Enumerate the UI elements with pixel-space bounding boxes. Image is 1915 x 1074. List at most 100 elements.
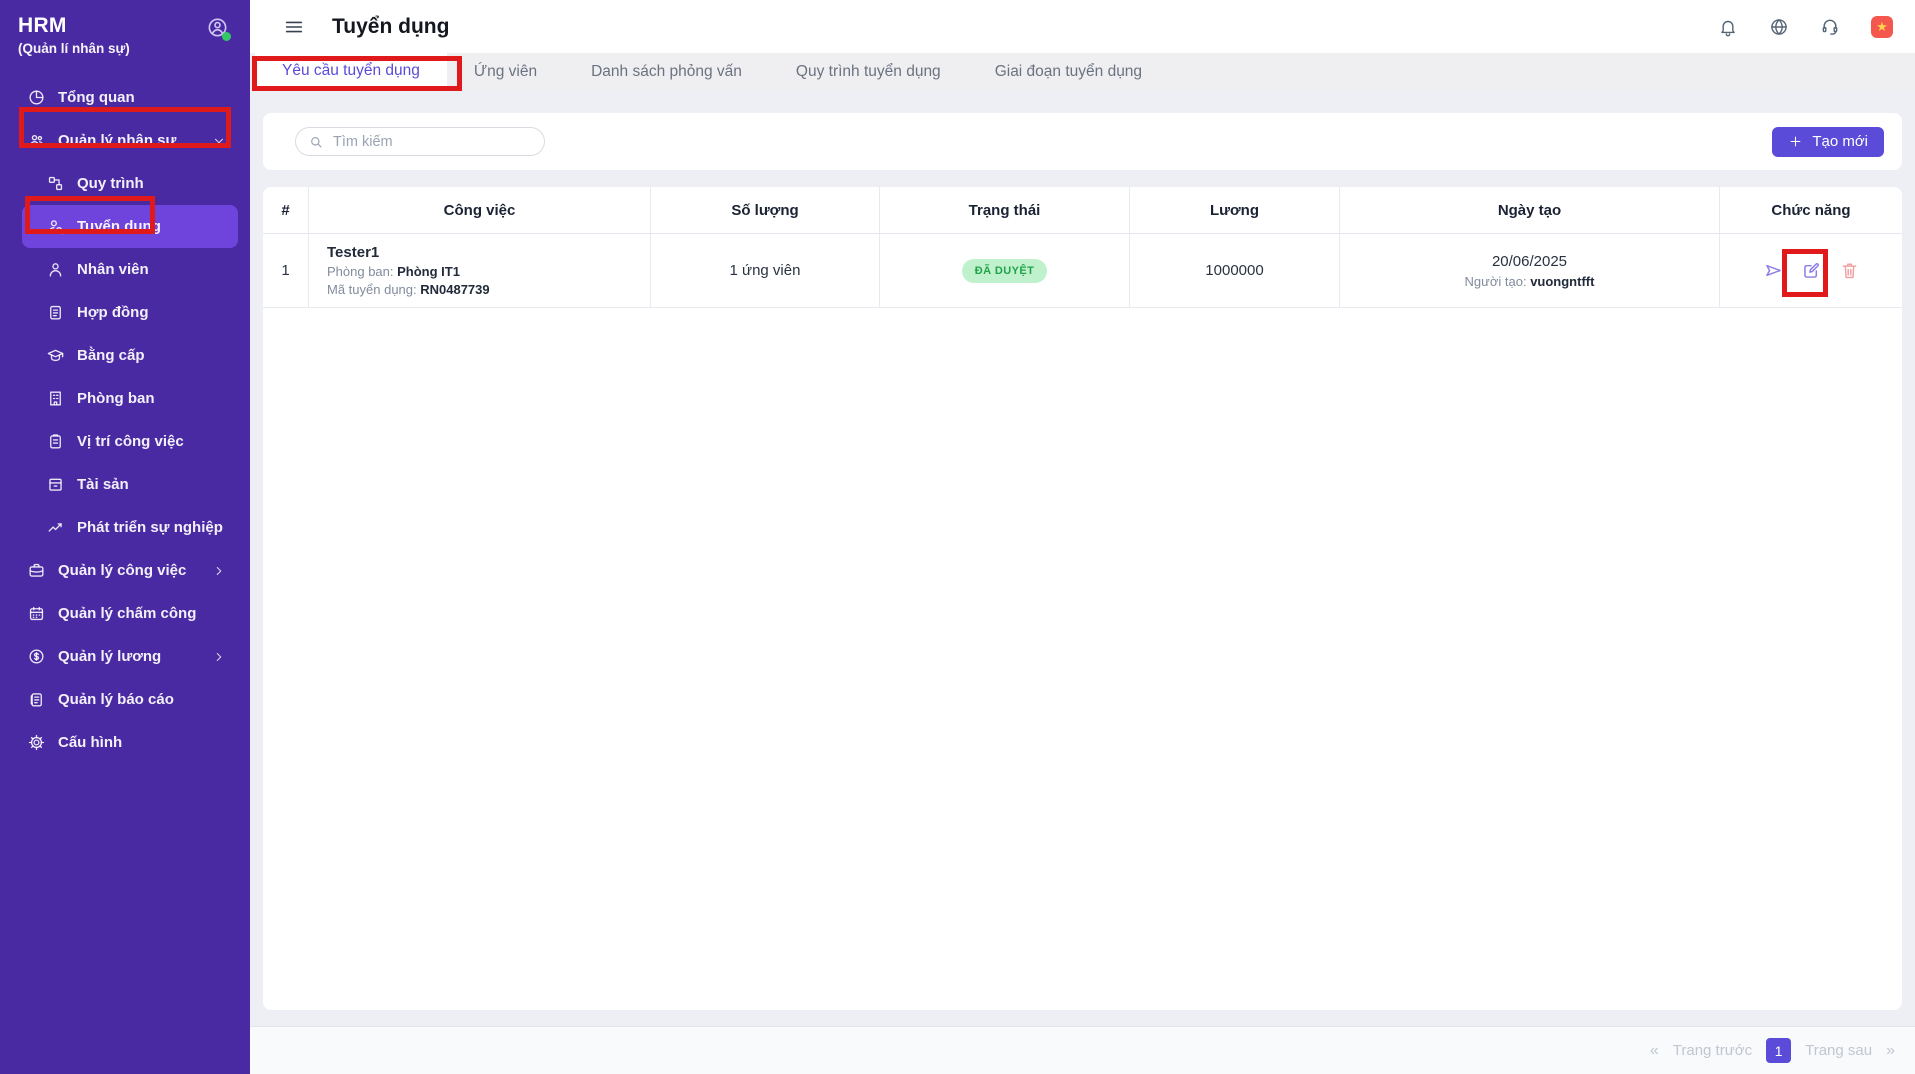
sidebar-item-phat-trien-su-nghiep[interactable]: Phát triển sự nghiệp <box>0 506 250 549</box>
briefcase-icon <box>27 561 46 580</box>
sidebar-item-label: Quản lý công việc <box>58 562 186 579</box>
user-avatar-icon[interactable] <box>206 16 229 39</box>
job-title[interactable]: Tester1 <box>327 244 379 261</box>
tab-giai-doan-tuyen-dung[interactable]: Giai đoạn tuyển dụng <box>968 53 1169 91</box>
sidebar-item-quan-ly-cong-viec[interactable]: Quản lý công việc <box>0 549 250 592</box>
sidebar-item-label: Tổng quan <box>58 89 135 106</box>
toolbar-card: Tạo mới <box>263 113 1902 170</box>
archive-icon <box>46 475 65 494</box>
sidebar-item-bang-cap[interactable]: Bằng cấp <box>0 334 250 377</box>
team-icon <box>27 131 46 150</box>
job-cell: Tester1 Phòng ban: Phòng IT1 Mã tuyển dụng… <box>309 234 651 307</box>
sidebar-item-label: Phát triển sự nghiệp <box>77 519 223 536</box>
tab-danh-sach-phong-van[interactable]: Danh sách phỏng vấn <box>564 53 769 91</box>
person-search-icon <box>46 217 65 236</box>
sidebar: HRM (Quản lí nhân sự) Tổng quan Quản lý n… <box>0 0 250 1074</box>
sidebar-item-label: Quản lý lương <box>58 648 161 665</box>
actions-cell <box>1720 234 1902 307</box>
tab-ung-vien[interactable]: Ứng viên <box>447 53 564 91</box>
clipboard-icon <box>46 432 65 451</box>
table-card: #Công việcSố lượngTrạng tháiLươngNgày tạ… <box>263 187 1902 1010</box>
pie-chart-icon <box>27 88 46 107</box>
next-page-link[interactable]: Trang sau <box>1805 1042 1872 1059</box>
workflow-icon <box>46 174 65 193</box>
report-icon <box>27 690 46 709</box>
calendar-icon <box>27 604 46 623</box>
footer: « Trang trước 1 Trang sau » <box>250 1026 1915 1074</box>
brand-subtitle: (Quản lí nhân sự) <box>18 41 250 56</box>
main-area: Tuyển dụng ★ Yêu cầu tuyển dụngỨng viênD… <box>250 0 1915 1074</box>
create-button-label: Tạo mới <box>1812 133 1868 150</box>
sidebar-item-label: Vị trí công việc <box>77 433 184 450</box>
sidebar-item-label: Cấu hình <box>58 734 122 751</box>
sidebar-item-tuyen-dung[interactable]: Tuyển dụng <box>22 205 238 248</box>
sidebar-item-quan-ly-cham-cong[interactable]: Quản lý chấm công <box>0 592 250 635</box>
sidebar-item-label: Phòng ban <box>77 390 155 407</box>
tab-yeu-cau-tuyen-dung[interactable]: Yêu cầu tuyển dụng <box>255 53 447 91</box>
sidebar-item-vi-tri-cong-viec[interactable]: Vị trí công việc <box>0 420 250 463</box>
sidebar-item-label: Tài sản <box>77 476 129 493</box>
search-box <box>295 127 545 156</box>
sidebar-item-tong-quan[interactable]: Tổng quan <box>0 76 250 119</box>
gear-icon <box>27 733 46 752</box>
column-header-so-luong: Số lượng <box>651 187 880 233</box>
page-title: Tuyển dụng <box>332 15 449 39</box>
sidebar-item-label: Quy trình <box>77 175 144 192</box>
chevron-right-icon <box>212 564 226 578</box>
create-button[interactable]: Tạo mới <box>1772 127 1884 157</box>
column-header-chuc-nang: Chức năng <box>1720 187 1902 233</box>
person-icon <box>46 260 65 279</box>
profile-flag-avatar[interactable]: ★ <box>1871 16 1893 38</box>
chevron-right-icon <box>212 650 226 664</box>
online-status-dot <box>222 32 231 41</box>
bell-icon[interactable] <box>1718 17 1738 37</box>
tab-quy-trinh-tuyen-dung[interactable]: Quy trình tuyển dụng <box>769 53 968 91</box>
sidebar-item-quan-ly-luong[interactable]: Quản lý lương <box>0 635 250 678</box>
sidebar-item-label: Tuyển dụng <box>77 218 161 235</box>
sidebar-item-nhan-vien[interactable]: Nhân viên <box>0 248 250 291</box>
plus-icon <box>1788 134 1803 149</box>
sidebar-item-label: Quản lý chấm công <box>58 605 196 622</box>
menu-icon[interactable] <box>283 16 305 38</box>
sidebar-item-quan-ly-nhan-su[interactable]: Quản lý nhân sự <box>0 119 250 162</box>
created-by: Người tạo: vuongntfft <box>1465 274 1595 289</box>
prev-arrow[interactable]: « <box>1650 1042 1659 1060</box>
graduation-icon <box>46 346 65 365</box>
send-button[interactable] <box>1763 260 1784 281</box>
date-cell: 20/06/2025 Người tạo: vuongntfft <box>1340 234 1720 307</box>
pagination: « Trang trước 1 Trang sau » <box>1650 1038 1895 1063</box>
created-date: 20/06/2025 <box>1492 253 1567 270</box>
prev-page-link[interactable]: Trang trước <box>1673 1042 1752 1059</box>
trend-icon <box>46 518 65 537</box>
table-header-row: #Công việcSố lượngTrạng tháiLươngNgày tạ… <box>263 187 1902 234</box>
sidebar-item-hop-dong[interactable]: Hợp đồng <box>0 291 250 334</box>
current-page[interactable]: 1 <box>1766 1038 1791 1063</box>
topbar-actions: ★ <box>1718 16 1893 38</box>
column-header-ngay-tao: Ngày tạo <box>1340 187 1720 233</box>
next-arrow[interactable]: » <box>1886 1042 1895 1060</box>
sidebar-item-label: Nhân viên <box>77 261 149 278</box>
search-input[interactable] <box>333 134 532 150</box>
sidebar-item-quy-trinh[interactable]: Quy trình <box>0 162 250 205</box>
sidebar-item-tai-san[interactable]: Tài sản <box>0 463 250 506</box>
headset-icon[interactable] <box>1820 17 1840 37</box>
job-department: Phòng ban: Phòng IT1 <box>327 264 460 279</box>
sidebar-item-phong-ban[interactable]: Phòng ban <box>0 377 250 420</box>
job-code: Mã tuyển dụng: RN0487739 <box>327 282 490 297</box>
chevron-down-icon <box>212 134 226 148</box>
globe-icon[interactable] <box>1769 17 1789 37</box>
table-row: 1 Tester1 Phòng ban: Phòng IT1 Mã tuyển dụn… <box>263 234 1902 308</box>
delete-button[interactable] <box>1839 260 1860 281</box>
brand: HRM (Quản lí nhân sự) <box>0 0 250 56</box>
content: Tạo mới #Công việcSố lượngTrạng tháiLươn… <box>250 91 1915 1026</box>
sidebar-item-cau-hinh[interactable]: Cấu hình <box>0 721 250 764</box>
column-header-trang-thai: Trạng thái <box>880 187 1130 233</box>
sidebar-item-quan-ly-bao-cao[interactable]: Quản lý báo cáo <box>0 678 250 721</box>
sidebar-nav: Tổng quan Quản lý nhân sự Quy trình Tuyển d… <box>0 76 250 764</box>
status-cell: ĐÃ DUYỆT <box>880 234 1130 307</box>
table-body: 1 Tester1 Phòng ban: Phòng IT1 Mã tuyển dụn… <box>263 234 1902 308</box>
status-badge: ĐÃ DUYỆT <box>962 259 1047 283</box>
row-index-cell: 1 <box>263 234 309 307</box>
column-header-: # <box>263 187 309 233</box>
edit-button[interactable] <box>1801 260 1822 281</box>
